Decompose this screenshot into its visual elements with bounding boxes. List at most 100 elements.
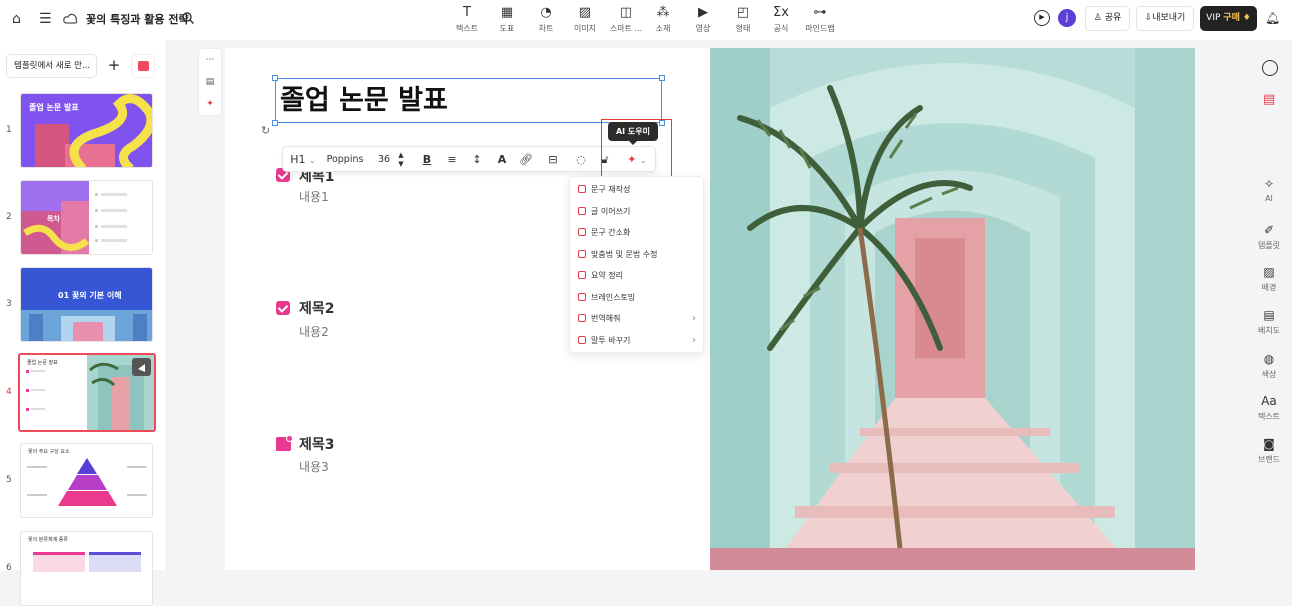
ai-menu-item[interactable]: 브레인스토밍 xyxy=(578,288,698,308)
image-icon: ▨ xyxy=(578,5,592,20)
sidebar-label: 배경 xyxy=(1261,283,1277,292)
ai-menu-item[interactable]: 번역해줘 › xyxy=(578,309,698,329)
ai-menu-item[interactable]: 글 이어쓰기 xyxy=(578,202,698,222)
sidebar-ai[interactable]: ✧ AI xyxy=(1246,176,1292,203)
ai-icon: ✧ xyxy=(1263,177,1275,191)
ai-assistant-menu: 문구 재작성 글 이어쓰기 문구 간소화 맞춤법 및 문법 수정 요약 정리 브레인스토밍… xyxy=(569,176,704,353)
ai-menu-item[interactable]: 문구 재작성 xyxy=(578,180,698,200)
slide-canvas[interactable]: 졸업 논문 발표 ↻ 제목1 내용1 제목2 내용2 제목3 내용3 xyxy=(225,48,1195,570)
home-icon[interactable]: ⌂ xyxy=(12,11,21,27)
vip-buy-button[interactable]: VIP 구매 ♦ xyxy=(1200,6,1257,31)
new-from-template-button[interactable]: 템플릿에서 새로 만... xyxy=(6,54,97,78)
play-icon[interactable]: ▶ xyxy=(1034,10,1050,26)
tool-label: 영상 xyxy=(695,24,711,33)
sidebar-text-style[interactable]: Aa 텍스트 xyxy=(1246,393,1292,422)
canvas-side-tools: ⋯ ▤ ✦ xyxy=(198,48,222,116)
cloud-icon xyxy=(63,13,78,24)
ai-menu-item[interactable]: 문구 간소화 xyxy=(578,223,698,243)
tool-label: 소재 xyxy=(655,24,671,33)
font-family-dropdown[interactable]: Poppins xyxy=(325,151,365,169)
item-body-2[interactable]: 내용2 xyxy=(299,323,329,340)
sidebar-brand[interactable]: ◙ 브랜드 xyxy=(1246,436,1292,465)
layout-panel-icon[interactable]: ▤ xyxy=(199,71,221,93)
ai-sparkle-icon[interactable]: ✦ xyxy=(199,93,221,115)
ai-action-icon xyxy=(578,185,586,193)
tool-formula[interactable]: Σx 공식 xyxy=(759,5,803,34)
line-height-icon[interactable]: ↕ xyxy=(469,151,485,169)
plus-icon: + xyxy=(107,56,121,74)
tool-label: 텍스트 xyxy=(455,24,479,33)
sidebar-label: AI xyxy=(1265,194,1273,203)
tool-mindmap[interactable]: ⊶ 마인드맵 xyxy=(798,5,842,34)
chat-icon[interactable] xyxy=(1262,60,1278,76)
ai-menu-item[interactable]: 요약 정리 xyxy=(578,266,698,286)
sidebar-color[interactable]: ◍ 색상 xyxy=(1246,351,1292,380)
comment-icon[interactable]: ◌ xyxy=(573,151,589,169)
sidebar-label: 템플릿 xyxy=(1257,241,1281,250)
add-slide-button[interactable]: + xyxy=(103,54,125,78)
document-title[interactable]: 꽃의 특징과 활용 전략 xyxy=(86,11,189,27)
sidebar-label: 색상 xyxy=(1261,370,1277,379)
highlight-box xyxy=(601,119,672,181)
text-style-icon: Aa xyxy=(1261,394,1277,408)
align-icon[interactable]: ≡ xyxy=(444,151,460,169)
ai-action-icon xyxy=(578,314,586,322)
ai-image-button[interactable] xyxy=(131,54,155,78)
tool-table[interactable]: ▦ 도표 xyxy=(485,5,529,34)
rotate-icon[interactable]: ↻ xyxy=(261,124,270,137)
slide-title[interactable]: 졸업 논문 발표 xyxy=(275,78,662,123)
resize-handle[interactable] xyxy=(272,75,278,81)
sidebar-label: 텍스트 xyxy=(1257,412,1281,421)
more-icon[interactable]: ⋯ xyxy=(199,49,221,71)
tool-label: 공식 xyxy=(773,24,789,33)
slide-thumbnail-art xyxy=(21,444,152,517)
sidebar-template[interactable]: ✐ 템플릿 xyxy=(1246,222,1292,251)
avatar[interactable]: j xyxy=(1058,9,1076,27)
check-icon xyxy=(276,301,290,315)
bell-icon[interactable]: 🔔︎ xyxy=(1265,11,1280,25)
resize-handle[interactable] xyxy=(659,75,665,81)
item-body-1[interactable]: 내용1 xyxy=(299,188,329,205)
formula-icon: Σx xyxy=(773,5,789,20)
font-size-input[interactable]: 36 xyxy=(375,151,393,169)
slide-thumbnail-art xyxy=(21,268,152,341)
font-size-stepper-icon[interactable]: ▲ ▼ xyxy=(396,151,406,169)
share-button[interactable]: ♙ 공유 xyxy=(1085,6,1130,31)
chevron-right-icon: › xyxy=(692,313,696,324)
brand-icon: ◙ xyxy=(1263,437,1275,451)
link-icon[interactable]: 🔗︎ xyxy=(518,151,534,169)
item-title-2[interactable]: 제목2 xyxy=(299,298,335,318)
export-button[interactable]: ⇩내보내기 xyxy=(1136,6,1194,31)
tool-chart[interactable]: ◔ 차트 xyxy=(524,5,568,34)
item-title-3[interactable]: 제목3 xyxy=(299,434,335,454)
text-icon: T xyxy=(463,5,471,20)
ai-menu-item[interactable]: 말투 바꾸기 › xyxy=(578,331,698,351)
tool-element[interactable]: ⁂ 소재 xyxy=(641,5,685,34)
resize-handle[interactable] xyxy=(272,120,278,126)
slide-thumbnail-art xyxy=(21,532,152,605)
tool-label: 차트 xyxy=(538,24,554,33)
text-color-icon[interactable]: A xyxy=(494,151,510,169)
sidebar-layout[interactable]: ▤ 배치도 xyxy=(1246,307,1292,336)
text-format-toolbar: H1 ⌄ Poppins 36 ▲ ▼ B ≡ ↕ A 🔗︎ ⊟ ◌ 🔓︎ ✦ ⌄ xyxy=(282,146,656,172)
ai-menu-item[interactable]: 맞춤법 및 문법 수정 xyxy=(578,245,698,265)
chart-icon: ◔ xyxy=(540,5,552,20)
ai-action-icon xyxy=(578,335,586,344)
mindmap-icon: ⊶ xyxy=(813,5,827,20)
sidebar-label: 배치도 xyxy=(1257,326,1281,335)
bold-icon[interactable]: B xyxy=(419,151,435,169)
top-bar: ⌂ ☰ 꽃의 특징과 활용 전략 T 텍스트 ▦ 도표 ◔ 차트 ▨ 이미지 ◫ 스마트 ... ⁂… xyxy=(0,0,1292,40)
tool-video[interactable]: ▶ 영상 xyxy=(681,5,725,34)
item-body-3[interactable]: 내용3 xyxy=(299,458,329,475)
tool-label: 도표 xyxy=(499,24,515,33)
tool-text[interactable]: T 텍스트 xyxy=(445,5,489,34)
arch-corridor-photo[interactable] xyxy=(710,48,1195,570)
heading-dropdown[interactable]: H1 ⌄ xyxy=(289,151,317,170)
search-icon[interactable] xyxy=(182,12,194,24)
format-painter-icon[interactable]: ⊟ xyxy=(545,151,561,169)
chevron-down-icon: ⌄ xyxy=(309,156,316,165)
notes-icon[interactable]: ▤ xyxy=(1263,92,1275,107)
sidebar-background[interactable]: ▨ 배경 xyxy=(1246,264,1292,293)
tool-image[interactable]: ▨ 이미지 xyxy=(563,5,607,34)
menu-icon[interactable]: ☰ xyxy=(39,11,52,27)
